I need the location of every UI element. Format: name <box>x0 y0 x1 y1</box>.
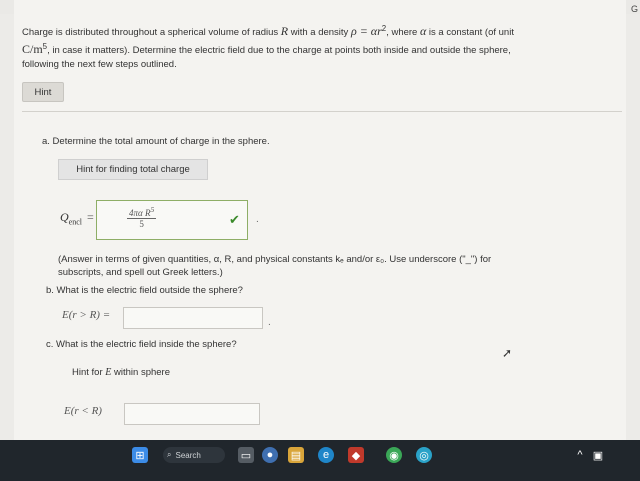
task-view-icon[interactable]: ▭ <box>238 447 254 463</box>
equals-sign: = <box>87 210 94 224</box>
e-inside-label: E(r < R) <box>64 405 102 417</box>
app-icon-blue[interactable]: ◎ <box>416 447 432 463</box>
search-icon: ⌕ <box>167 450 172 459</box>
part-b-question: b. What is the electric field outside th… <box>46 285 243 296</box>
tray-icons[interactable]: ▣ <box>590 447 606 463</box>
part-a-question: a. Determine the total amount of charge … <box>42 136 270 147</box>
edge-indicator: G <box>630 4 638 14</box>
answer-instructions: (Answer in terms of given quantities, α,… <box>58 254 492 278</box>
browser-viewport: G Charge is distributed throughout a sph… <box>0 0 640 440</box>
period: . <box>256 214 259 225</box>
part-c-question: c. What is the electric field inside the… <box>46 339 237 350</box>
hint-button[interactable]: Hint <box>22 82 64 102</box>
period-b: . <box>268 317 271 328</box>
problem-statement: Charge is distributed throughout a spher… <box>22 24 514 71</box>
windows-start-icon[interactable]: ⊞ <box>132 447 148 463</box>
taskbar-search[interactable]: ⌕ Search <box>163 447 225 463</box>
chrome-icon[interactable]: ◉ <box>386 447 402 463</box>
app-icon-red[interactable]: ◆ <box>348 447 364 463</box>
q-encl-label: Qencl <box>60 210 82 227</box>
file-explorer-icon[interactable]: ▤ <box>288 447 304 463</box>
edge-browser-icon[interactable]: e <box>318 447 334 463</box>
check-icon: ✔ <box>229 212 240 227</box>
hint-total-charge-button[interactable]: Hint for finding total charge <box>58 159 208 180</box>
chat-icon[interactable]: ● <box>262 447 278 463</box>
answer-fraction: 4πα R5 5 <box>127 205 157 229</box>
tray-chevron-icon[interactable]: ^ <box>572 447 588 463</box>
e-outside-input[interactable] <box>123 307 263 329</box>
divider <box>22 111 622 112</box>
e-outside-label: E(r > R) = <box>62 309 111 321</box>
mouse-cursor-icon: ➚ <box>502 346 513 360</box>
e-inside-input[interactable] <box>124 403 260 425</box>
hint-e-within-sphere-button[interactable]: Hint for E within sphere <box>72 367 170 378</box>
q-encl-answer-field[interactable]: 4πα R5 5 ✔ <box>96 200 248 240</box>
